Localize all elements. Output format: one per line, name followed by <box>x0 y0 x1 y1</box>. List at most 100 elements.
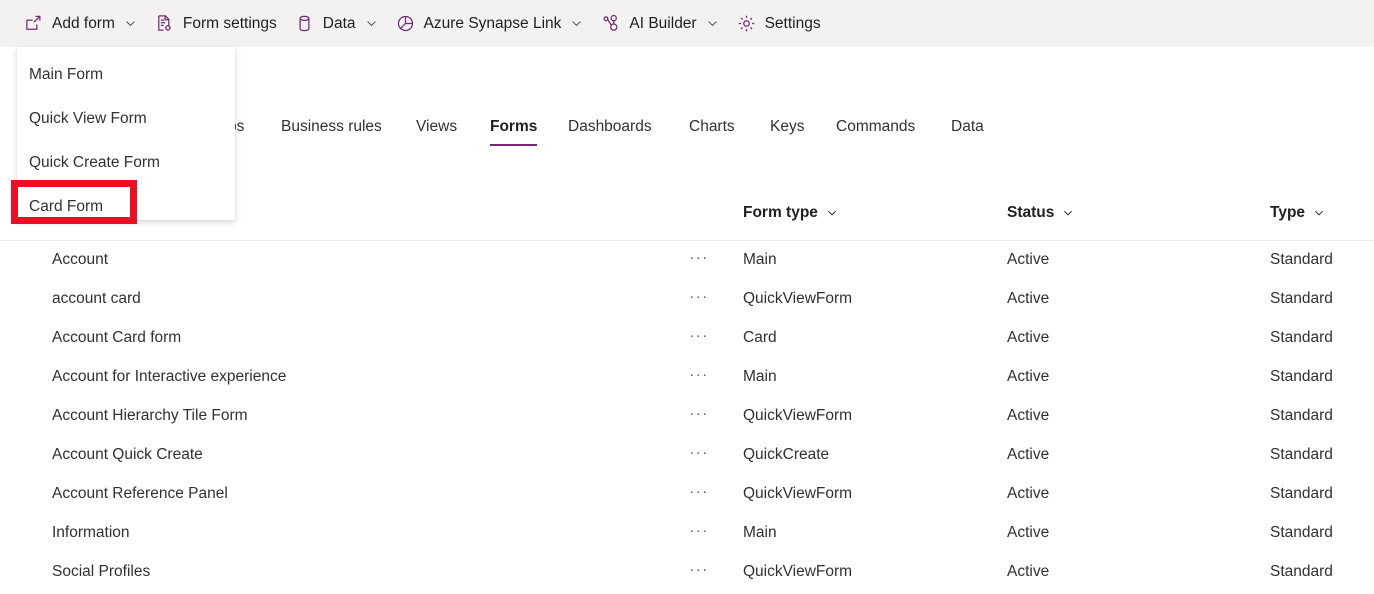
row-more-options-icon[interactable]: ··· <box>686 444 712 461</box>
cell-type: Standard <box>1270 368 1333 385</box>
row-more-options-icon[interactable]: ··· <box>686 405 712 422</box>
cell-form-type: QuickViewForm <box>743 485 853 502</box>
cell-type: Standard <box>1270 485 1333 502</box>
cell-status: Active <box>1007 368 1050 385</box>
cell-form-type: QuickViewForm <box>743 407 853 424</box>
row-more-options-icon[interactable]: ··· <box>686 288 712 305</box>
cell-type: Standard <box>1270 407 1333 424</box>
sort-chevron-down-icon[interactable] <box>1062 207 1074 219</box>
command-settings[interactable]: Settings <box>731 6 827 42</box>
cell-status: Active <box>1007 329 1050 346</box>
sort-chevron-down-icon[interactable] <box>1313 207 1325 219</box>
command-label: Add form <box>52 14 115 32</box>
cell-name[interactable]: account card <box>52 290 141 308</box>
cell-type: Standard <box>1270 251 1333 268</box>
table-row[interactable]: Social Profiles QuickViewForm Active Standa… <box>0 553 1374 592</box>
sort-chevron-down-icon[interactable] <box>826 207 838 219</box>
cell-status: Active <box>1007 407 1050 424</box>
cell-status: Active <box>1007 524 1050 541</box>
cell-status: Active <box>1007 485 1050 502</box>
table-row[interactable]: Information Main Active Standard ··· <box>0 514 1374 553</box>
cell-type: Standard <box>1270 563 1333 580</box>
command-label: Form settings <box>182 14 277 32</box>
cell-name[interactable]: Account <box>52 251 108 269</box>
cell-status: Active <box>1007 251 1050 268</box>
cell-type: Standard <box>1270 329 1333 346</box>
chevron-down-icon[interactable] <box>365 17 378 30</box>
column-header-status[interactable]: Status <box>1007 204 1074 222</box>
table-row[interactable]: Account Card form Card Active Standard ··· <box>0 319 1374 358</box>
cell-form-type: QuickCreate <box>743 446 830 463</box>
forms-table: Form type Status Type Account Main Active Sta… <box>0 196 1374 592</box>
cell-type: Standard <box>1270 524 1333 541</box>
command-label: Settings <box>764 14 821 32</box>
cell-status: Active <box>1007 446 1050 463</box>
ai-builder-icon <box>601 14 620 33</box>
command-azure-synapse-link[interactable]: Azure Synapse Link <box>390 6 590 42</box>
tab-forms[interactable]: Forms <box>490 112 538 152</box>
table-row[interactable]: Account Quick Create QuickCreate Active Sta… <box>0 436 1374 475</box>
cell-type: Standard <box>1270 446 1333 463</box>
row-more-options-icon[interactable]: ··· <box>686 249 712 266</box>
column-header-form-type[interactable]: Form type <box>743 204 838 222</box>
cell-form-type: QuickViewForm <box>743 290 853 307</box>
add-form-icon <box>24 14 43 33</box>
menu-item-quick-create-form[interactable]: Quick Create Form <box>17 144 235 182</box>
row-more-options-icon[interactable]: ··· <box>686 483 712 500</box>
database-icon <box>295 14 314 33</box>
column-header-label: Form type <box>743 204 818 221</box>
cell-form-type: QuickViewForm <box>743 563 853 580</box>
table-row[interactable]: Account Reference Panel QuickViewForm Acti… <box>0 475 1374 514</box>
cell-name[interactable]: Account Card form <box>52 329 181 347</box>
row-more-options-icon[interactable]: ··· <box>686 366 712 383</box>
cell-status: Active <box>1007 290 1050 307</box>
row-more-options-icon[interactable]: ··· <box>686 522 712 539</box>
tab-business-rules[interactable]: Business rules <box>281 112 382 152</box>
table-row[interactable]: Account for Interactive experience Main Ac… <box>0 358 1374 397</box>
table-row[interactable]: Account Hierarchy Tile Form QuickViewForm… <box>0 397 1374 436</box>
command-label: Data <box>322 14 356 32</box>
tab-views[interactable]: Views <box>416 112 457 152</box>
chevron-down-icon[interactable] <box>124 17 137 30</box>
tab-charts[interactable]: Charts <box>689 112 735 152</box>
command-add-form[interactable]: Add form <box>18 6 143 42</box>
command-label: AI Builder <box>629 14 697 32</box>
tab-data[interactable]: Data <box>951 112 984 152</box>
cell-form-type: Main <box>743 368 777 385</box>
chevron-down-icon[interactable] <box>706 17 719 30</box>
menu-item-main-form[interactable]: Main Form <box>17 56 235 94</box>
gear-icon <box>737 14 756 33</box>
menu-item-quick-view-form[interactable]: Quick View Form <box>17 100 235 138</box>
cell-form-type: Main <box>743 524 777 541</box>
azure-synapse-link-icon <box>396 14 415 33</box>
tab-keys[interactable]: Keys <box>770 112 804 152</box>
tab-commands[interactable]: Commands <box>836 112 915 152</box>
command-label: Azure Synapse Link <box>423 14 562 32</box>
add-form-dropdown-menu: Main Form Quick View Form Quick Create For… <box>17 47 235 220</box>
table-body: Account Main Active Standard ··· account card… <box>0 241 1374 592</box>
cell-name[interactable]: Account Quick Create <box>52 446 203 464</box>
cell-name[interactable]: Account for Interactive experience <box>52 368 286 386</box>
column-header-label: Type <box>1270 204 1306 221</box>
form-settings-icon <box>155 14 174 33</box>
cell-status: Active <box>1007 563 1050 580</box>
cell-form-type: Card <box>743 329 777 346</box>
cell-type: Standard <box>1270 290 1333 307</box>
row-more-options-icon[interactable]: ··· <box>686 561 712 578</box>
tab-dashboards[interactable]: Dashboards <box>568 112 652 152</box>
column-header-label: Status <box>1007 204 1055 221</box>
cell-name[interactable]: Account Hierarchy Tile Form <box>52 407 248 425</box>
cell-name[interactable]: Account Reference Panel <box>52 485 228 503</box>
command-ai-builder[interactable]: AI Builder <box>595 6 724 42</box>
menu-item-card-form[interactable]: Card Form <box>17 188 235 226</box>
cell-name[interactable]: Social Profiles <box>52 563 150 581</box>
row-more-options-icon[interactable]: ··· <box>686 327 712 344</box>
table-row[interactable]: Account Main Active Standard ··· <box>0 241 1374 280</box>
chevron-down-icon[interactable] <box>570 17 583 30</box>
column-header-type[interactable]: Type <box>1270 204 1325 222</box>
command-data[interactable]: Data <box>289 6 384 42</box>
cell-form-type: Main <box>743 251 777 268</box>
table-row[interactable]: account card QuickViewForm Active Standard ·… <box>0 280 1374 319</box>
cell-name[interactable]: Information <box>52 524 130 542</box>
command-form-settings[interactable]: Form settings <box>149 6 283 42</box>
